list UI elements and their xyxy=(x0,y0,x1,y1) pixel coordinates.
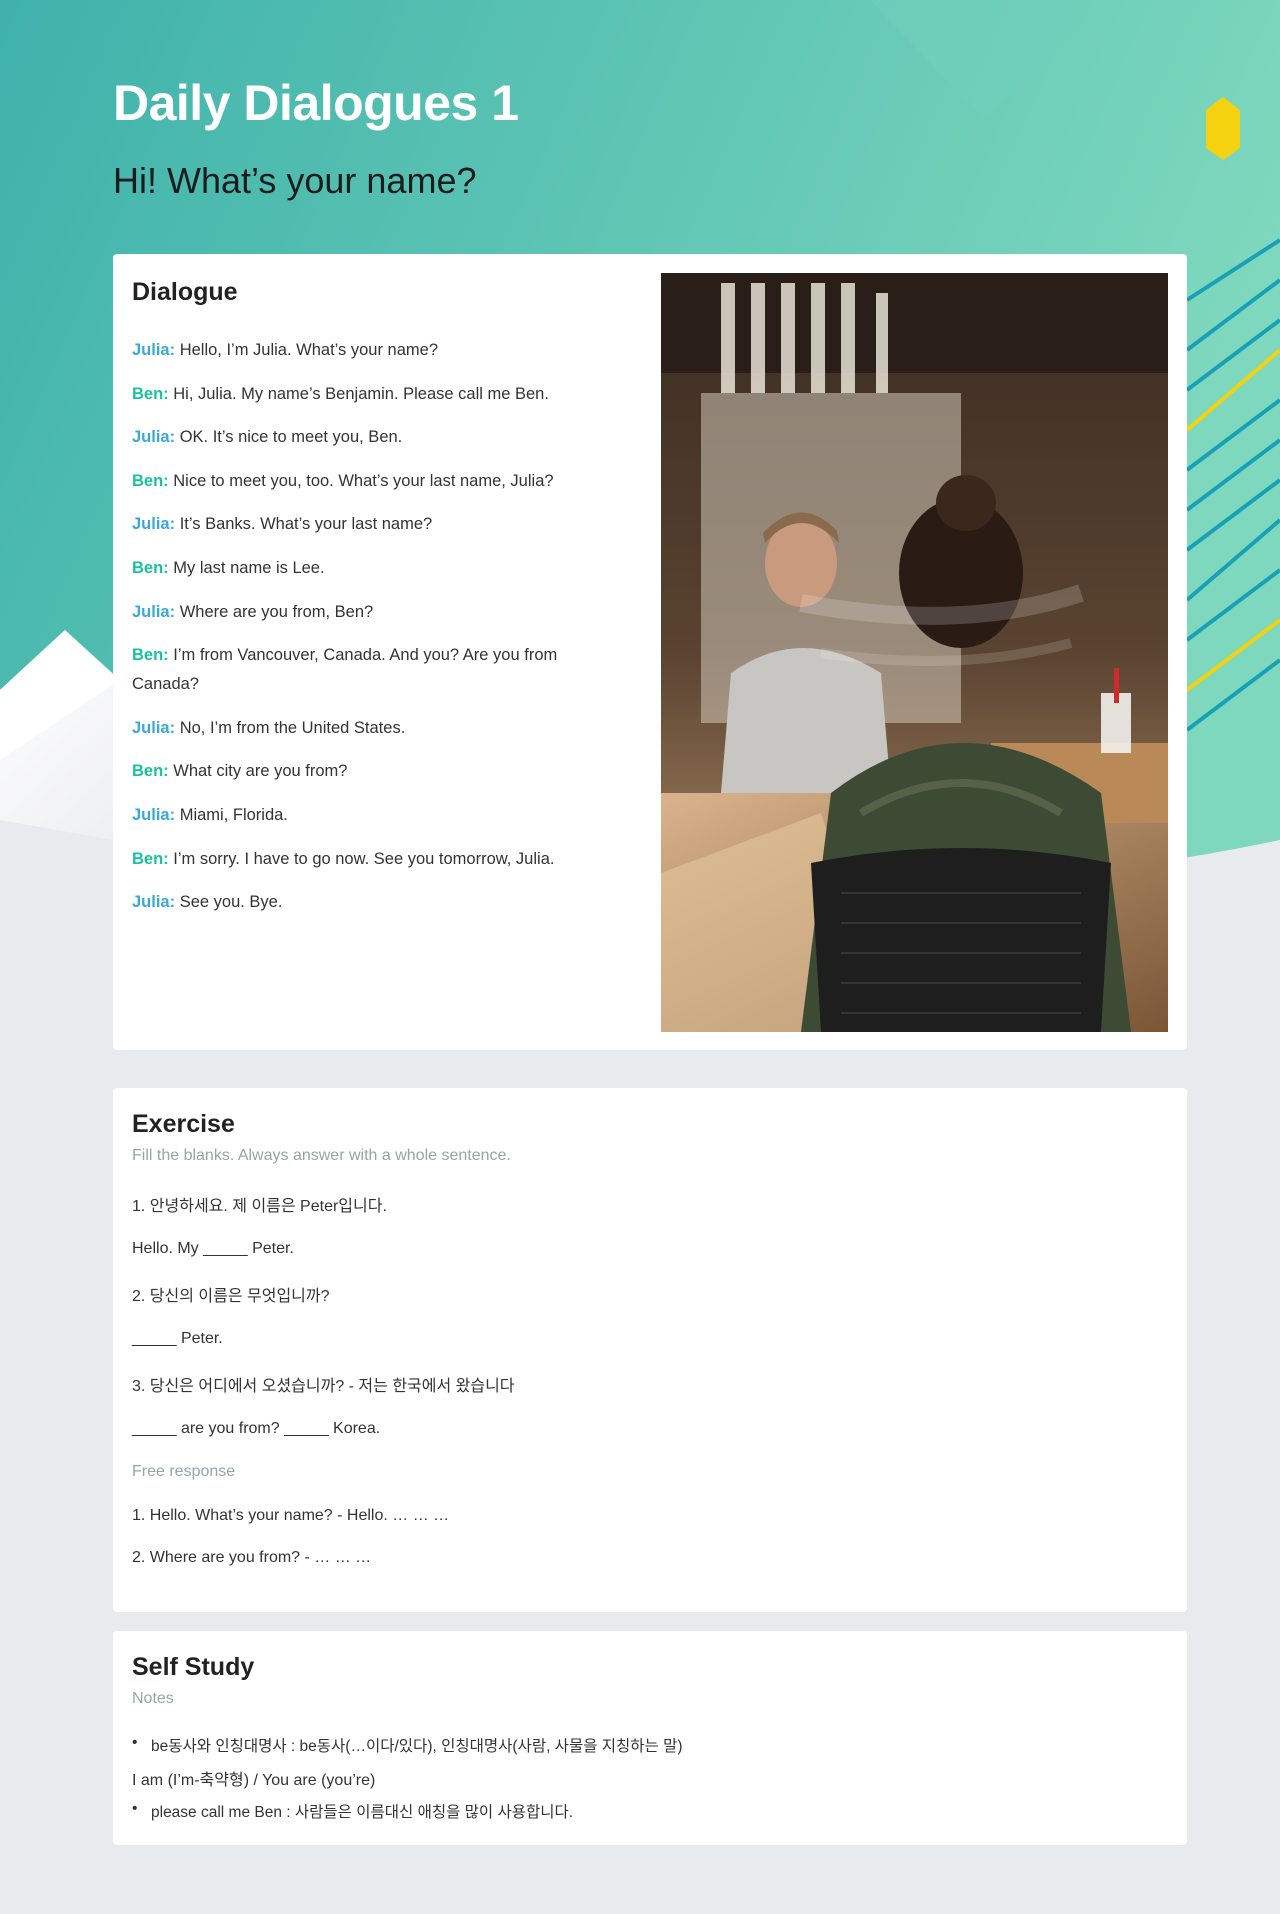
dialogue-text: Hi, Julia. My name’s Benjamin. Please ca… xyxy=(168,384,549,403)
speaker-label: Julia: xyxy=(132,341,176,359)
exercise-question-2: 2. 당신의 이름은 무엇입니까? xyxy=(132,1288,330,1305)
dialogue-line: Julia: Hello, I’m Julia. What’s your nam… xyxy=(132,336,612,365)
note-detail: I am (I’m-축약형) / You are (you’re) xyxy=(132,1772,376,1789)
exercise-answer-2: _____ Peter. xyxy=(132,1330,223,1347)
free-response-1: 1. Hello. What’s your name? - Hello. … …… xyxy=(132,1507,450,1524)
exercise-answer-1: Hello. My _____ Peter. xyxy=(132,1240,294,1257)
speaker-label: Julia: xyxy=(132,515,176,534)
dialogue-text: Where are you from, Ben? xyxy=(175,602,374,621)
dialogue-text: I’m sorry. I have to go now. See you tom… xyxy=(168,849,555,868)
speaker-label: Julia: xyxy=(132,428,176,447)
speaker-label: Ben: xyxy=(132,762,169,781)
speaker-label: Ben: xyxy=(132,849,169,868)
speaker-label: Ben: xyxy=(132,646,169,665)
speaker-label: Ben: xyxy=(132,558,169,577)
dialogue-list: Julia: Hello, I’m Julia. What’s your nam… xyxy=(132,336,612,932)
dialogue-line: Julia: Miami, Florida. xyxy=(132,801,612,830)
note-item: please call me Ben : 사람들은 이름대신 애칭을 많이 사용… xyxy=(132,1800,1168,1822)
speaker-label: Julia: xyxy=(132,602,176,621)
dialogue-text: It’s Banks. What’s your last name? xyxy=(175,515,433,534)
notes-label: Notes xyxy=(132,1690,174,1707)
dialogue-line: Ben: Hi, Julia. My name’s Benjamin. Plea… xyxy=(132,380,612,409)
speaker-label: Ben: xyxy=(132,384,169,403)
dialogue-text: See you. Bye. xyxy=(175,893,283,912)
note-item: be동사와 인칭대명사 : be동사(…이다/있다), 인칭대명사(사람, 사물… xyxy=(132,1734,1168,1756)
dialogue-heading: Dialogue xyxy=(132,278,238,306)
speaker-label: Julia: xyxy=(132,893,176,912)
dialogue-line: Ben: I’m from Vancouver, Canada. And you… xyxy=(132,641,612,699)
dialogue-line: Julia: See you. Bye. xyxy=(132,888,612,917)
dialogue-line: Julia: Where are you from, Ben? xyxy=(132,598,612,627)
speaker-label: Ben: xyxy=(132,471,169,490)
dialogue-line: Ben: Nice to meet you, too. What’s your … xyxy=(132,467,612,496)
dialogue-text: Miami, Florida. xyxy=(175,805,288,824)
dialogue-text: Nice to meet you, too. What’s your last … xyxy=(168,471,554,490)
dialogue-line: Julia: OK. It’s nice to meet you, Ben. xyxy=(132,423,612,452)
dialogue-text: What city are you from? xyxy=(168,762,348,781)
dialogue-text: Hello, I’m Julia. What’s your name? xyxy=(175,341,438,359)
dialogue-text: My last name is Lee. xyxy=(168,558,325,577)
dialogue-line: Ben: What city are you from? xyxy=(132,757,612,786)
dialogue-photo xyxy=(661,273,1168,1032)
exercise-instruction: Fill the blanks. Always answer with a wh… xyxy=(132,1147,511,1164)
exercise-card: Exercise Fill the blanks. Always answer … xyxy=(113,1088,1187,1612)
exercise-question-1: 1. 안녕하세요. 제 이름은 Peter입니다. xyxy=(132,1198,387,1215)
dialogue-line: Ben: My last name is Lee. xyxy=(132,554,612,583)
self-study-card: Self Study Notes be동사와 인칭대명사 : be동사(…이다/… xyxy=(113,1631,1187,1845)
hexagon-icon xyxy=(1206,97,1240,160)
page-subtitle: Hi! What’s your name? xyxy=(113,160,477,201)
free-response-2: 2. Where are you from? - … … … xyxy=(132,1549,372,1566)
page-title: Daily Dialogues 1 xyxy=(113,75,519,131)
speaker-label: Julia: xyxy=(132,718,176,737)
dialogue-line: Ben: I’m sorry. I have to go now. See yo… xyxy=(132,845,612,874)
self-study-heading: Self Study xyxy=(132,1653,255,1681)
exercise-answer-3: _____ are you from? _____ Korea. xyxy=(132,1420,381,1437)
dialogue-text: I’m from Vancouver, Canada. And you? Are… xyxy=(132,646,558,694)
dialogue-card: Dialogue Julia: Hello, I’m Julia. What’s… xyxy=(113,254,1187,1050)
free-response-label: Free response xyxy=(132,1463,236,1480)
speaker-label: Julia: xyxy=(132,805,176,824)
dialogue-text: OK. It’s nice to meet you, Ben. xyxy=(175,428,403,447)
exercise-heading: Exercise xyxy=(132,1110,235,1138)
dialogue-text: No, I’m from the United States. xyxy=(175,718,406,737)
dialogue-line: Julia: It’s Banks. What’s your last name… xyxy=(132,510,612,539)
dialogue-line: Julia: No, I’m from the United States. xyxy=(132,714,612,743)
exercise-question-3: 3. 당신은 어디에서 오셨습니까? - 저는 한국에서 왔습니다 xyxy=(132,1378,515,1395)
